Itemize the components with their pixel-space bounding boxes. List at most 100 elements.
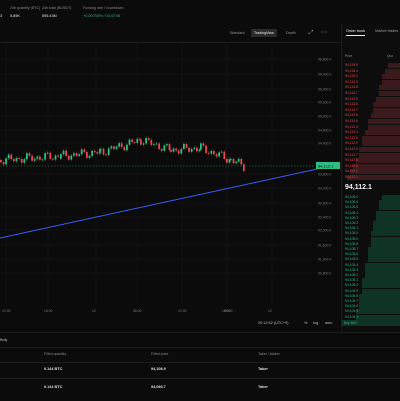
expand-icon[interactable]: ⤢	[307, 29, 315, 37]
time-axis-tick: 12	[268, 309, 272, 313]
candle	[163, 145, 165, 151]
ask-row[interactable]: 94,113.9	[341, 97, 400, 102]
ask-row[interactable]: 94,114.8	[341, 85, 400, 90]
candle	[47, 153, 49, 154]
candle	[23, 159, 25, 162]
candle	[18, 158, 20, 159]
candle	[178, 151, 180, 154]
bid-row[interactable]: 94,104.4	[341, 315, 400, 320]
ask-depth-bar	[353, 164, 400, 169]
ask-row[interactable]: 94,112.5	[341, 164, 400, 169]
candle	[235, 162, 237, 163]
candle	[170, 150, 172, 152]
candle	[99, 149, 101, 153]
ask-depth-bar	[368, 125, 400, 130]
candle	[103, 149, 105, 155]
candle	[143, 143, 145, 144]
candle	[113, 146, 115, 149]
trendline[interactable]	[0, 164, 340, 238]
candle	[153, 144, 155, 145]
ask-depth-bar	[382, 74, 400, 79]
view-tradingview-button[interactable]: TradingView	[251, 29, 277, 37]
candle	[91, 151, 93, 156]
ask-price: 94,114.8	[345, 85, 358, 90]
percent-scale-button[interactable]: %	[304, 321, 307, 325]
ask-row[interactable]: 94,113.6	[341, 113, 400, 118]
log-scale-button[interactable]: log	[313, 321, 318, 325]
candle	[68, 156, 70, 160]
ask-row[interactable]: 94,113.5	[341, 119, 400, 124]
candle	[196, 148, 198, 151]
menu-icon[interactable]: ⋯	[320, 29, 328, 37]
stat-value: 3	[0, 14, 2, 18]
time-axis-tick: 18:00	[44, 309, 53, 313]
ask-price: 94,112.6	[345, 158, 358, 163]
fill-row-1-price: 94,108.9	[151, 367, 166, 371]
ask-row[interactable]: 94,112.8	[341, 147, 400, 152]
ask-row[interactable]: 94,113.0	[341, 136, 400, 141]
ask-row[interactable]: 94,113.7	[341, 108, 400, 113]
ask-row[interactable]: 94,115.4	[341, 69, 400, 74]
ask-row[interactable]: 94,115.5	[341, 63, 400, 68]
ask-row[interactable]: 94,114.9	[341, 80, 400, 85]
ask-depth-bar	[359, 153, 400, 158]
view-depth-button[interactable]: Depth	[283, 29, 299, 37]
ask-depth-bar	[359, 147, 400, 152]
candle	[230, 159, 232, 160]
chart-clock: 20:12:52 (UTC+9)	[258, 321, 289, 325]
candle	[180, 149, 182, 154]
ask-price: 94,113.5	[345, 119, 358, 124]
candle	[186, 144, 188, 148]
candle	[134, 142, 136, 143]
price-axis-tick: 91,600.0	[318, 244, 331, 248]
price-axis-tick: 93,200.0	[318, 187, 331, 191]
candle	[238, 159, 240, 162]
ask-row[interactable]: 94,112.1	[341, 175, 400, 180]
price-axis-tick: 94,400.0	[318, 142, 331, 146]
candle	[94, 151, 96, 152]
fills-tab[interactable]: ffully	[0, 338, 7, 342]
ask-row[interactable]: 94,113.8	[341, 102, 400, 107]
tab-market-trades[interactable]: Market trades	[375, 29, 398, 33]
candle	[42, 159, 44, 160]
candle	[221, 152, 223, 153]
price-chart[interactable]: 96,800.096,400.096,000.095,600.095,200.0…	[0, 42, 340, 332]
ask-row[interactable]: 94,112.9	[341, 141, 400, 146]
candle	[243, 164, 245, 171]
candle	[83, 149, 85, 152]
candle	[188, 148, 190, 152]
ask-depth-bar	[368, 119, 400, 124]
candle	[203, 143, 205, 145]
chart-grid	[0, 42, 315, 304]
candle	[36, 157, 38, 159]
ask-row[interactable]: 94,112.2	[341, 169, 400, 174]
candle	[210, 151, 212, 154]
candle	[0, 160, 2, 162]
ask-row[interactable]: 94,115.3	[341, 74, 400, 79]
candle	[191, 149, 193, 152]
ask-price: 94,113.3	[345, 130, 358, 135]
buy-sell-ratio-bar: Buy 46%	[342, 320, 400, 326]
time-axis-tick: 06:00	[133, 309, 142, 313]
candle	[175, 149, 177, 151]
ask-row[interactable]: 94,113.3	[341, 130, 400, 135]
view-standard-button[interactable]: Standard	[227, 29, 248, 37]
candle	[108, 148, 110, 155]
candle	[26, 153, 28, 159]
bid-price: 94,104.4	[345, 315, 358, 320]
candle	[21, 159, 23, 163]
market-stats-bar: 3 24h quantity (BTC) 5.89K 24h total (BU…	[0, 0, 340, 24]
bid-depth-bar	[356, 315, 400, 320]
price-axis-tick: 96,400.0	[318, 73, 331, 77]
ask-depth-bar	[379, 85, 400, 90]
ask-row[interactable]: 94,112.7	[341, 153, 400, 158]
candle	[240, 159, 242, 164]
ask-row[interactable]: 94,114.7	[341, 91, 400, 96]
candle	[123, 147, 125, 150]
tab-order-book[interactable]: Order book	[346, 29, 365, 36]
candle	[39, 157, 41, 160]
ask-depth-bar	[356, 158, 400, 163]
ask-row[interactable]: 94,113.4	[341, 125, 400, 130]
auto-scale-button[interactable]: auto	[325, 321, 332, 325]
ask-row[interactable]: 94,112.6	[341, 158, 400, 163]
